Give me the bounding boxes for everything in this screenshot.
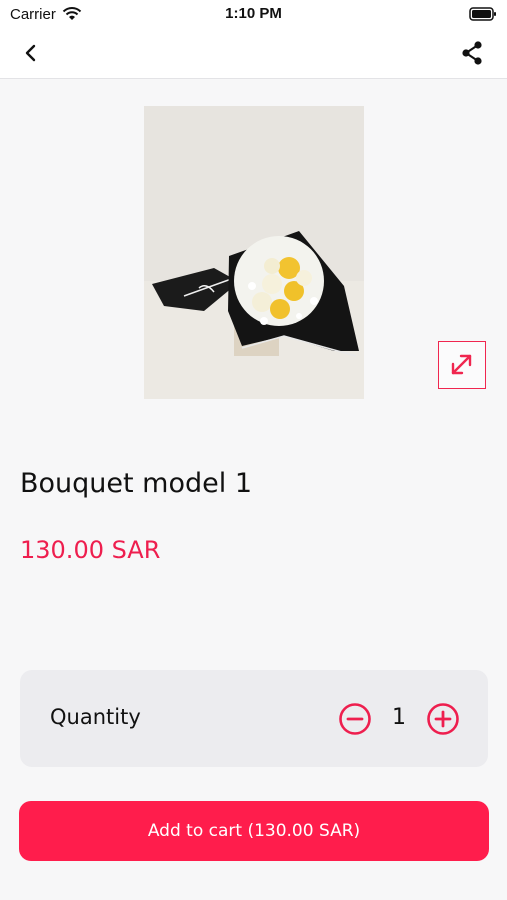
status-time: 1:10 PM (225, 5, 282, 22)
status-bar: Carrier 1:10 PM (0, 0, 507, 30)
decrease-quantity-button[interactable] (338, 702, 372, 736)
quantity-selector: Quantity 1 (20, 670, 488, 767)
product-price: 130.00 SAR (20, 536, 161, 564)
share-button[interactable] (457, 38, 487, 68)
navigation-bar (0, 30, 507, 79)
add-to-cart-button[interactable]: Add to cart (130.00 SAR) (19, 801, 489, 861)
back-button[interactable] (18, 40, 44, 66)
chevron-left-icon (25, 44, 36, 62)
product-name: Bouquet model 1 (20, 468, 253, 499)
battery-icon (469, 6, 497, 27)
expand-icon (451, 354, 472, 375)
share-icon (462, 41, 482, 65)
quantity-value: 1 (392, 705, 406, 730)
minus-circle-icon (339, 703, 371, 735)
plus-circle-icon (427, 703, 459, 735)
increase-quantity-button[interactable] (426, 702, 460, 736)
quantity-label: Quantity (50, 705, 141, 729)
expand-image-button[interactable] (438, 341, 486, 389)
product-image[interactable] (144, 106, 364, 399)
bouquet-illustration (144, 106, 364, 399)
